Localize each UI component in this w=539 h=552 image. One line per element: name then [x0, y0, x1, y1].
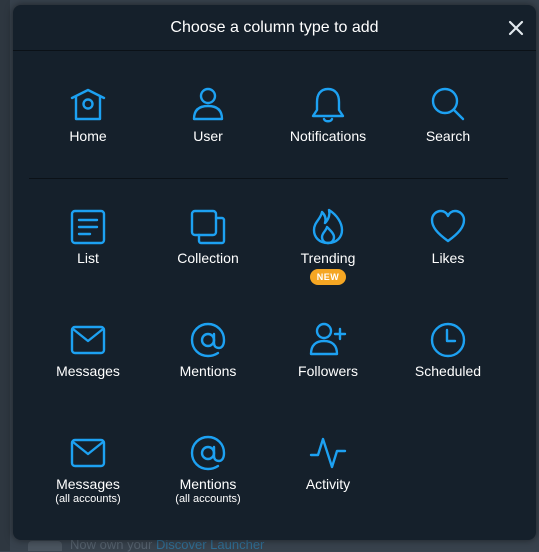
add-column-modal: Choose a column type to add Home User No… [13, 5, 536, 540]
column-option-label: Mentions [179, 476, 237, 492]
activity-icon [309, 437, 347, 469]
column-option-label: Notifications [289, 128, 367, 144]
flame-icon [312, 208, 344, 245]
column-option-search[interactable]: Search [388, 85, 508, 145]
column-option-mentions[interactable]: Mentions [148, 320, 268, 380]
column-option-label: Collection [177, 250, 239, 266]
app-sidebar-edge [0, 0, 10, 551]
user-plus-icon [309, 322, 347, 356]
close-button[interactable] [506, 18, 526, 38]
column-option-label: List [77, 250, 99, 266]
background-avatar [28, 541, 62, 551]
column-option-likes[interactable]: Likes [388, 207, 508, 267]
column-option-list[interactable]: List [28, 207, 148, 267]
heart-icon [430, 209, 466, 243]
new-badge: NEW [309, 269, 347, 285]
at-icon [190, 322, 226, 358]
column-option-home[interactable]: Home [28, 85, 148, 145]
home-icon [70, 88, 106, 121]
column-option-label: Messages [56, 476, 120, 492]
column-option-messages[interactable]: Messages [28, 320, 148, 380]
collection-icon [190, 209, 226, 245]
column-option-messages-all-accounts[interactable]: Messages (all accounts) [28, 433, 148, 506]
column-option-collection[interactable]: Collection [148, 207, 268, 267]
bell-icon [311, 87, 345, 123]
close-icon [508, 20, 524, 36]
envelope-icon [70, 325, 106, 355]
column-option-label: Home [69, 128, 107, 144]
column-option-label: Mentions [179, 363, 237, 379]
at-icon [190, 435, 226, 471]
column-option-label: Activity [305, 476, 351, 492]
column-option-trending[interactable]: Trending NEW [268, 207, 388, 285]
user-icon [192, 87, 224, 121]
section-divider [29, 178, 508, 179]
column-option-user[interactable]: User [148, 85, 268, 145]
column-option-label: Likes [431, 250, 465, 266]
column-option-followers[interactable]: Followers [268, 320, 388, 380]
modal-header: Choose a column type to add [13, 5, 536, 51]
column-option-label: Trending [300, 250, 356, 266]
column-option-label: Scheduled [414, 363, 482, 379]
column-option-label: Search [425, 128, 471, 144]
column-option-sublabel: (all accounts) [55, 493, 121, 505]
column-option-activity[interactable]: Activity [268, 433, 388, 493]
envelope-icon [70, 438, 106, 468]
column-option-label: Followers [298, 363, 358, 379]
column-option-label: Messages [56, 363, 120, 379]
list-icon [70, 209, 106, 245]
modal-title: Choose a column type to add [170, 19, 379, 36]
column-option-sublabel: (all accounts) [175, 493, 241, 505]
column-option-label: User [193, 128, 223, 144]
column-option-notifications[interactable]: Notifications [268, 85, 388, 145]
clock-icon [430, 322, 466, 358]
search-icon [431, 87, 465, 121]
column-option-scheduled[interactable]: Scheduled [388, 320, 508, 380]
column-option-mentions-all-accounts[interactable]: Mentions (all accounts) [148, 433, 268, 506]
